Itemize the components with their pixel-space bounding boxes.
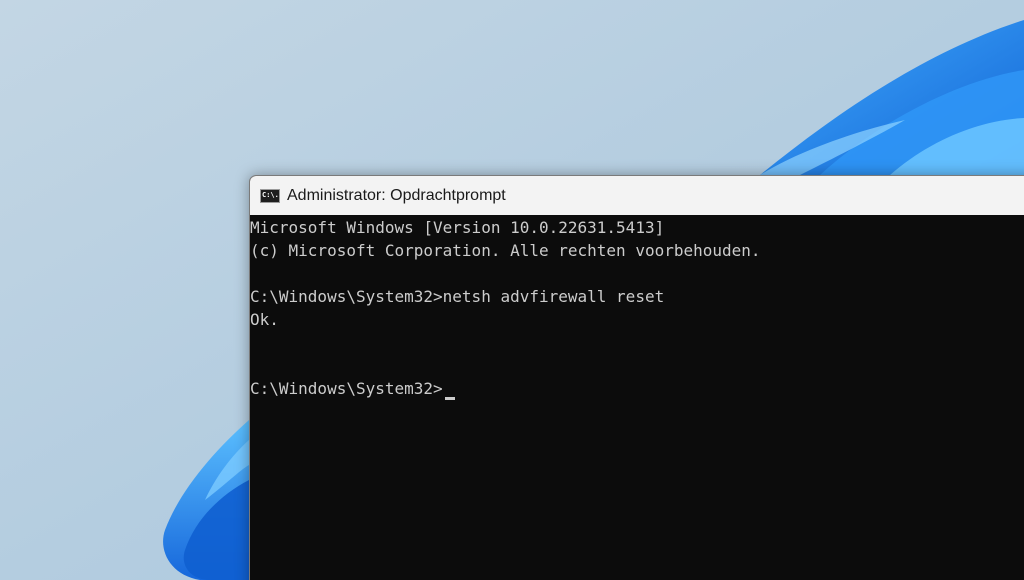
- window-title: Administrator: Opdrachtprompt: [287, 186, 506, 204]
- text-cursor: [444, 397, 455, 400]
- console-prompt-line[interactable]: C:\Windows\System32>: [250, 377, 1024, 400]
- command-prompt-window[interactable]: C:\. Administrator: Opdrachtprompt Micro…: [249, 175, 1024, 580]
- console-line: C:\Windows\System32>netsh advfirewall re…: [250, 287, 665, 306]
- cmd-icon: C:\.: [260, 188, 280, 203]
- console-output[interactable]: Microsoft Windows [Version 10.0.22631.54…: [250, 215, 1024, 580]
- console-line: Microsoft Windows [Version 10.0.22631.54…: [250, 218, 665, 237]
- desktop-wallpaper: C:\. Administrator: Opdrachtprompt Micro…: [0, 0, 1024, 580]
- window-titlebar[interactable]: C:\. Administrator: Opdrachtprompt: [250, 176, 1024, 215]
- console-line: Ok.: [250, 310, 279, 329]
- console-prompt: C:\Windows\System32>: [250, 379, 443, 398]
- console-line: (c) Microsoft Corporation. Alle rechten …: [250, 241, 761, 260]
